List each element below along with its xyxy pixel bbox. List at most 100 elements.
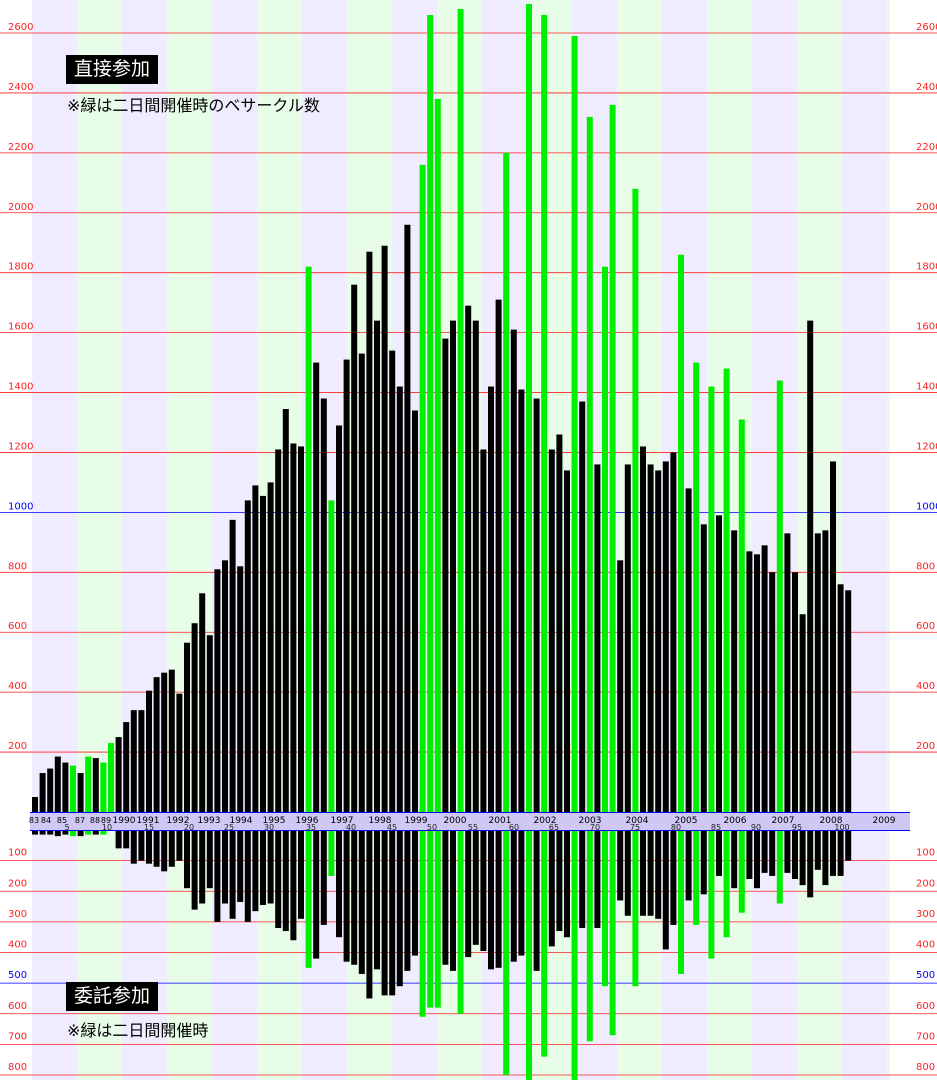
consignment-bar [845, 830, 852, 861]
consignment-bar [237, 830, 244, 902]
direct-bar [602, 266, 608, 812]
consignment-bar [115, 830, 122, 849]
lower-tick-label: 700 [916, 1031, 935, 1042]
direct-bar [199, 593, 206, 812]
direct-bar [176, 693, 183, 812]
consignment-bar [267, 830, 274, 904]
consignment-bar [244, 830, 251, 922]
direct-bar [624, 464, 631, 812]
upper-tick-label: 1400 [8, 382, 33, 393]
consignment-bar [191, 830, 198, 910]
direct-bar [298, 446, 304, 812]
direct-bar [123, 722, 130, 812]
consignment-bar [176, 830, 183, 861]
consignment-bar [260, 830, 266, 906]
direct-bar [670, 452, 677, 812]
consignment-bar [184, 830, 190, 889]
direct-bar [571, 35, 578, 812]
consignment-bar [807, 830, 814, 898]
upper-tick-label: 800 [8, 561, 27, 572]
direct-bar [389, 350, 396, 812]
lower-note: ※緑は二日間開催時 [67, 1021, 209, 1040]
direct-bar [465, 305, 472, 812]
event-number-label: 60 [509, 823, 519, 832]
direct-bar [776, 380, 783, 812]
upper-tick-label: 2600 [8, 22, 33, 33]
direct-bar [100, 762, 107, 812]
event-number-label: 55 [468, 823, 478, 832]
consignment-bar [670, 830, 677, 925]
upper-tick-label: 800 [916, 561, 935, 572]
direct-bar [336, 425, 342, 812]
direct-bar [206, 635, 213, 812]
direct-bar [85, 756, 92, 812]
direct-bar [792, 572, 798, 812]
direct-bar [77, 773, 84, 812]
direct-bar [564, 470, 570, 812]
consignment-bar [738, 830, 745, 913]
direct-bar [161, 672, 168, 812]
direct-bar [655, 470, 662, 812]
upper-tick-label: 1800 [8, 262, 33, 273]
direct-bar [244, 500, 251, 812]
year-band [842, 0, 887, 1080]
consignment-bar [510, 830, 517, 962]
direct-bar [723, 368, 730, 812]
consignment-bar [374, 830, 380, 970]
consignment-bar [647, 830, 654, 916]
consignment-bar [396, 830, 403, 987]
direct-bar [168, 669, 175, 812]
direct-bar [381, 245, 388, 812]
direct-bar [419, 164, 426, 813]
consignment-bar [761, 830, 768, 873]
upper-tick-label: 1800 [916, 262, 937, 273]
direct-bar [480, 449, 487, 812]
direct-bar [267, 482, 274, 812]
direct-bar [640, 446, 646, 812]
direct-bar [153, 677, 160, 812]
direct-bar [146, 690, 152, 812]
event-number-label: 30 [264, 823, 274, 832]
consignment-bar [830, 830, 836, 876]
consignment-bar [503, 830, 510, 1075]
upper-tick-label: 2600 [916, 22, 937, 33]
direct-bar [457, 9, 464, 813]
upper-tick-label: 2000 [916, 202, 937, 213]
consignment-bar [450, 830, 456, 971]
direct-bar [693, 362, 700, 812]
direct-bar [579, 401, 586, 812]
direct-bar [442, 338, 449, 812]
lower-tick-label: 200 [8, 878, 27, 889]
direct-bar [488, 386, 494, 812]
direct-bar [708, 386, 715, 812]
consignment-bar [305, 830, 312, 968]
upper-tick-label: 1400 [916, 382, 937, 393]
upper-tick-label: 1000 [916, 501, 937, 512]
direct-bar [814, 533, 821, 812]
direct-bar [495, 299, 502, 812]
consignment-bar [282, 830, 289, 932]
direct-bar [450, 320, 456, 812]
direct-bar [647, 464, 654, 812]
event-number-label: 65 [549, 823, 559, 832]
direct-bar [518, 389, 525, 812]
direct-bar [830, 461, 836, 812]
event-number-label: 100 [834, 823, 849, 832]
direct-bar [39, 773, 46, 812]
lower-tick-label: 300 [916, 909, 935, 920]
direct-bar [130, 710, 137, 812]
year-band [167, 0, 212, 1080]
direct-bar [685, 488, 692, 812]
event-number-label: 10 [102, 823, 112, 832]
consignment-bar [153, 830, 160, 867]
consignment-bar [313, 830, 320, 959]
consignment-bar [495, 830, 502, 968]
year-axis-strip: 83 84 85 87 88 89 1990 1991 1992 1993 1994 1995 1996… [29, 812, 910, 832]
direct-bar [526, 4, 532, 812]
event-number-label: 25 [224, 823, 234, 832]
consignment-bar [746, 830, 753, 879]
consignment-bar [685, 830, 692, 901]
direct-bar [586, 116, 593, 812]
direct-bar [396, 386, 403, 812]
upper-tick-label: 2200 [8, 142, 33, 153]
